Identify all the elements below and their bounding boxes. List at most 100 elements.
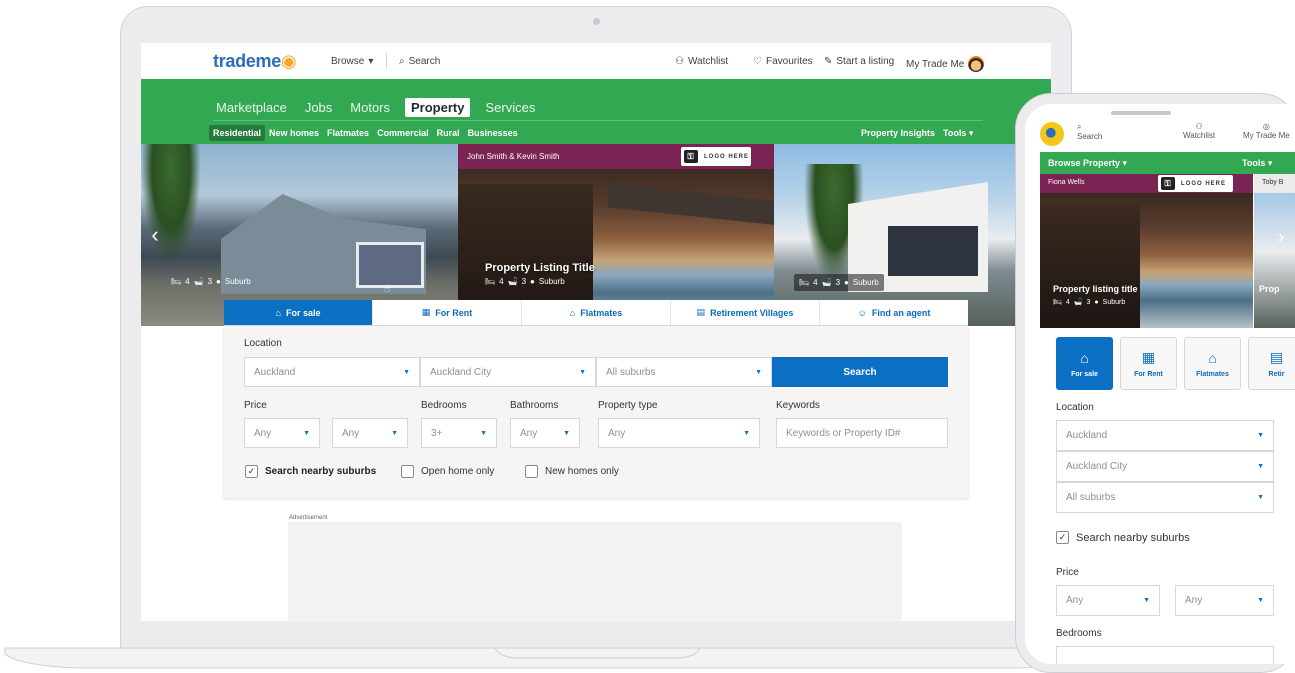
secondary-nav: Residential New homes Flatmates Commerci… xyxy=(209,125,522,141)
region-select[interactable]: Auckland ▼ xyxy=(244,357,420,387)
top-bar: trademe◉ Browse ▾ ⌕ Search ⚇ Watchlist ♡ Fav… xyxy=(141,43,1051,79)
checkmark-icon: ✓ xyxy=(1056,531,1069,544)
phone-listing-photo[interactable]: Property listing title 🛏 4 🛁 3 ● Suburb xyxy=(1040,174,1253,328)
caret-down-icon: ▼ xyxy=(1257,597,1264,604)
key-icon: ⚿ xyxy=(684,150,698,163)
favourites-link[interactable]: ♡ Favourites xyxy=(753,56,813,67)
phone-listing-title[interactable]: Property listing title xyxy=(1053,284,1138,294)
window-frame-shape xyxy=(1040,204,1140,328)
phone-region-select[interactable]: Auckland ▼ xyxy=(1056,420,1274,451)
phone-screen: ⌕ Search ⚇ Watchlist ◎ My Trade Me Browse P… xyxy=(1025,104,1295,664)
phone-tools-menu[interactable]: Tools ▾ xyxy=(1242,158,1272,169)
phone-price-label: Price xyxy=(1056,567,1079,578)
caret-down-icon: ▼ xyxy=(1257,463,1264,470)
listing-title[interactable]: Property Listing Title xyxy=(485,262,595,274)
subnav-new-homes[interactable]: New homes xyxy=(265,125,323,141)
retirement-icon: ▤ xyxy=(1269,349,1284,365)
subnav-rural[interactable]: Rural xyxy=(433,125,464,141)
price-max-select[interactable]: Any ▼ xyxy=(332,418,408,448)
pencil-icon: ✎ xyxy=(824,56,833,67)
advertisement-label: Advertisement xyxy=(289,515,328,521)
district-select[interactable]: Auckland City ▼ xyxy=(420,357,596,387)
new-homes-checkbox[interactable]: New homes only xyxy=(525,465,619,478)
hand-cursor-icon: ☝ xyxy=(384,284,391,295)
tab-find-an-agent[interactable]: ☺ Find an agent xyxy=(820,300,968,325)
location-label: Location xyxy=(244,338,282,349)
listing-photo-2[interactable] xyxy=(458,144,774,326)
bathrooms-select[interactable]: Any ▼ xyxy=(510,418,580,448)
tools-menu[interactable]: Tools ▾ xyxy=(943,128,973,139)
property-insights-link[interactable]: Property Insights xyxy=(861,128,935,138)
phone-price-min-select[interactable]: Any ▼ xyxy=(1056,585,1160,616)
phone-price-max-select[interactable]: Any ▼ xyxy=(1175,585,1274,616)
listing-photo-1[interactable]: 🛏 4 🛁 3 ● Suburb ‹ xyxy=(141,144,458,326)
nearby-suburbs-checkbox[interactable]: ✓ Search nearby suburbs xyxy=(245,465,376,478)
price-min-select[interactable]: Any ▼ xyxy=(244,418,320,448)
phone-my-trade-me-link[interactable]: ◎ My Trade Me xyxy=(1243,122,1290,140)
nav-jobs[interactable]: Jobs xyxy=(302,98,335,117)
nav-motors[interactable]: Motors xyxy=(347,98,393,117)
trademe-logo[interactable]: trademe◉ xyxy=(213,51,297,72)
phone-tab-for-rent[interactable]: ▦ For Rent xyxy=(1120,337,1177,390)
tab-retirement-villages[interactable]: ▤ Retirement Villages xyxy=(671,300,820,325)
subnav-residential[interactable]: Residential xyxy=(209,125,266,141)
nav-services[interactable]: Services xyxy=(482,98,538,117)
phone-listing-photo-2[interactable]: Prop › xyxy=(1254,174,1295,328)
search-link[interactable]: ⌕ Search xyxy=(399,56,440,67)
bed-icon: 🛏 xyxy=(799,278,810,287)
browse-property-menu[interactable]: Browse Property ▾ xyxy=(1048,158,1127,169)
location-pin-icon: ● xyxy=(1094,298,1099,306)
phone-suburb-select[interactable]: All suburbs ▼ xyxy=(1056,482,1274,513)
bath-icon: 🛁 xyxy=(193,277,204,286)
search-button[interactable]: Search xyxy=(772,357,948,387)
nav-marketplace[interactable]: Marketplace xyxy=(213,98,290,117)
advertisement-slot[interactable] xyxy=(288,522,902,621)
phone-listing-title-2[interactable]: Prop xyxy=(1259,284,1280,294)
laptop-camera xyxy=(593,18,600,25)
chevron-down-icon: ▾ xyxy=(368,56,374,67)
phone-watchlist-link[interactable]: ⚇ Watchlist xyxy=(1183,122,1215,140)
bed-icon: 🛏 xyxy=(485,277,496,286)
carousel-next-arrow-icon[interactable]: › xyxy=(1272,222,1290,252)
phone-listing-features: 🛏 4 🛁 3 ● Suburb xyxy=(1053,298,1126,307)
phone-bedrooms-select[interactable] xyxy=(1056,646,1274,664)
start-listing-link[interactable]: ✎ Start a listing xyxy=(824,56,894,67)
phone-tab-flatmates[interactable]: ⌂ Flatmates xyxy=(1184,337,1241,390)
listing-features-3: 🛏 4 🛁 3 ● Suburb xyxy=(794,274,884,291)
divider xyxy=(386,53,387,69)
keywords-input[interactable]: Keywords or Property ID# xyxy=(776,418,948,448)
my-trade-me-link[interactable]: My Trade Me xyxy=(906,56,985,72)
tab-for-rent[interactable]: ▦ For Rent xyxy=(373,300,522,325)
subnav-commercial[interactable]: Commercial xyxy=(373,125,433,141)
bed-icon: 🛏 xyxy=(171,277,182,286)
listing-photo-3[interactable]: 🛏 4 🛁 3 ● Suburb xyxy=(774,144,1051,326)
subnav-businesses[interactable]: Businesses xyxy=(464,125,522,141)
nav-property[interactable]: Property xyxy=(405,98,471,117)
property-type-select[interactable]: Any ▼ xyxy=(598,418,760,448)
retirement-icon: ▤ xyxy=(696,307,706,317)
phone-tab-retirement[interactable]: ▤ Retir xyxy=(1248,337,1295,390)
phone-search-link[interactable]: ⌕ Search xyxy=(1077,122,1102,141)
browse-menu[interactable]: Browse ▾ xyxy=(331,56,373,67)
carousel-prev-arrow-icon[interactable]: ‹ xyxy=(146,220,164,250)
watchlist-link[interactable]: ⚇ Watchlist xyxy=(675,56,728,67)
location-pin-icon: ● xyxy=(216,277,221,286)
apartment-icon: ▦ xyxy=(1141,349,1156,365)
bedrooms-select[interactable]: 3+ ▼ xyxy=(421,418,497,448)
phone-location-label: Location xyxy=(1056,402,1094,413)
trademe-kiwi-logo[interactable] xyxy=(1040,122,1064,146)
tab-for-sale[interactable]: ⌂ For sale xyxy=(224,300,373,325)
bathrooms-label: Bathrooms xyxy=(510,400,559,411)
subnav-flatmates[interactable]: Flatmates xyxy=(323,125,373,141)
caret-down-icon: ▼ xyxy=(579,368,586,376)
phone-district-select[interactable]: Auckland City ▼ xyxy=(1056,451,1274,482)
open-home-checkbox[interactable]: Open home only xyxy=(401,465,494,478)
binoculars-icon: ⚇ xyxy=(675,56,684,67)
phone-tab-for-sale[interactable]: ⌂ For sale xyxy=(1056,337,1113,390)
price-label: Price xyxy=(244,400,267,411)
suburb-select[interactable]: All suburbs ▼ xyxy=(596,357,772,387)
tab-flatmates[interactable]: ⌂ Flatmates xyxy=(522,300,671,325)
chevron-down-icon: ▾ xyxy=(968,128,974,138)
phone-nearby-suburbs-checkbox[interactable]: ✓ Search nearby suburbs xyxy=(1056,531,1190,544)
flatmates-icon: ⌂ xyxy=(569,307,576,318)
